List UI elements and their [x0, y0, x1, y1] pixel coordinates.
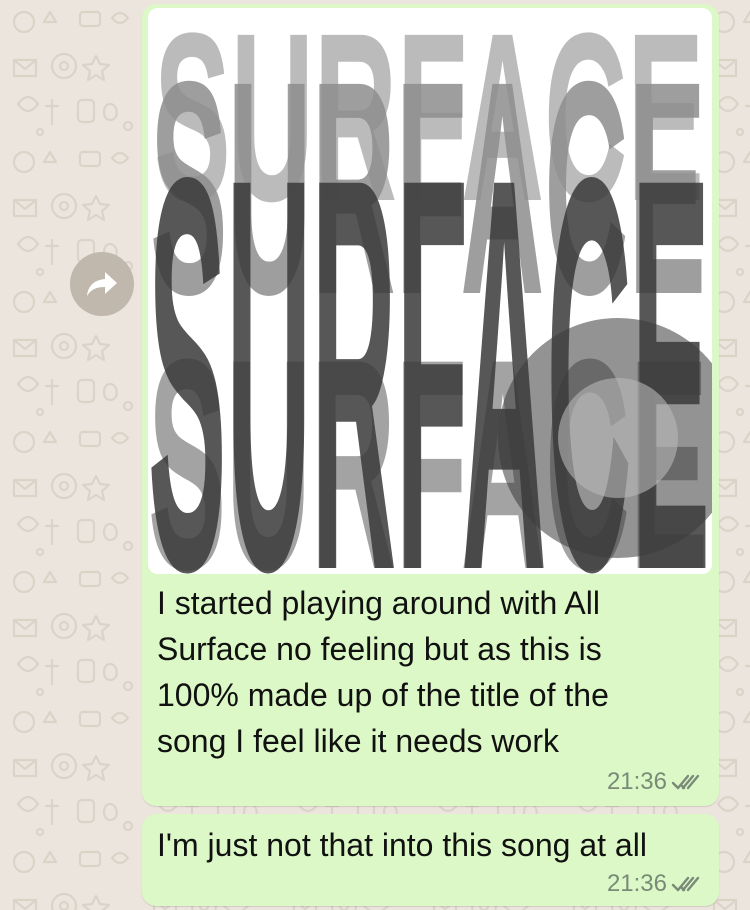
double-check-icon [671, 874, 701, 894]
message-meta: 21:36 [607, 768, 701, 796]
message-time: 21:36 [606, 768, 667, 795]
forward-arrow-icon [87, 272, 117, 296]
message-meta: 21:36 [607, 870, 701, 898]
double-check-icon [671, 772, 701, 792]
outgoing-message-bubble[interactable]: SURFACE SURFACE SURFACE SURFACE I starte… [142, 4, 719, 806]
message-text: I started playing around with All Surfac… [157, 585, 609, 759]
surface-typography-artwork: SURFACE SURFACE SURFACE SURFACE [148, 8, 712, 574]
message-time: 21:36 [606, 870, 667, 897]
forward-button[interactable] [70, 252, 134, 316]
outgoing-message-bubble[interactable]: I'm just not that into this song at all … [142, 814, 719, 906]
shared-image[interactable]: SURFACE SURFACE SURFACE SURFACE [148, 8, 712, 574]
message-text: I'm just not that into this song at all [157, 827, 647, 863]
